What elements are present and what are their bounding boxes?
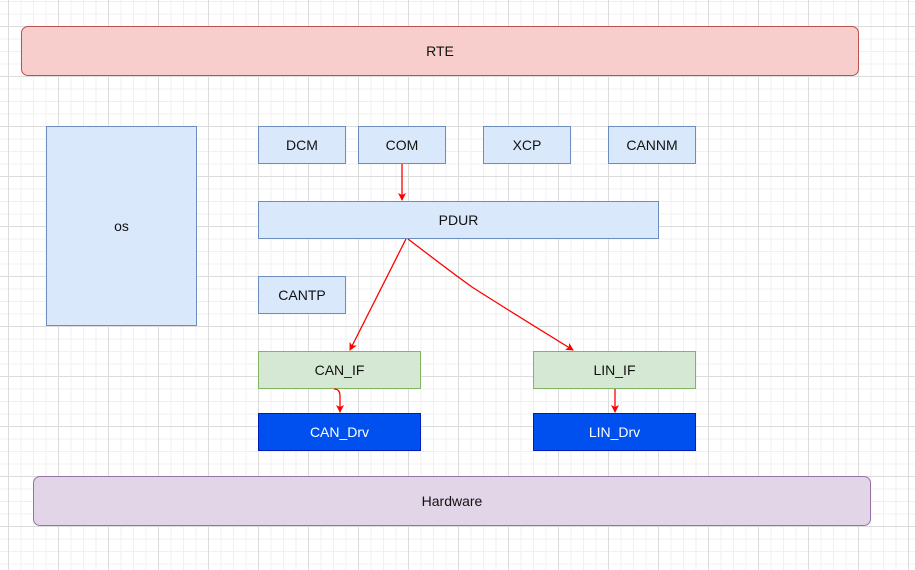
connectors [333,164,619,413]
edge-pdur-lin-if[interactable] [407,238,574,351]
edge-pdur-can-if[interactable] [349,238,407,351]
edge-can-if-can-drv[interactable] [333,388,344,413]
